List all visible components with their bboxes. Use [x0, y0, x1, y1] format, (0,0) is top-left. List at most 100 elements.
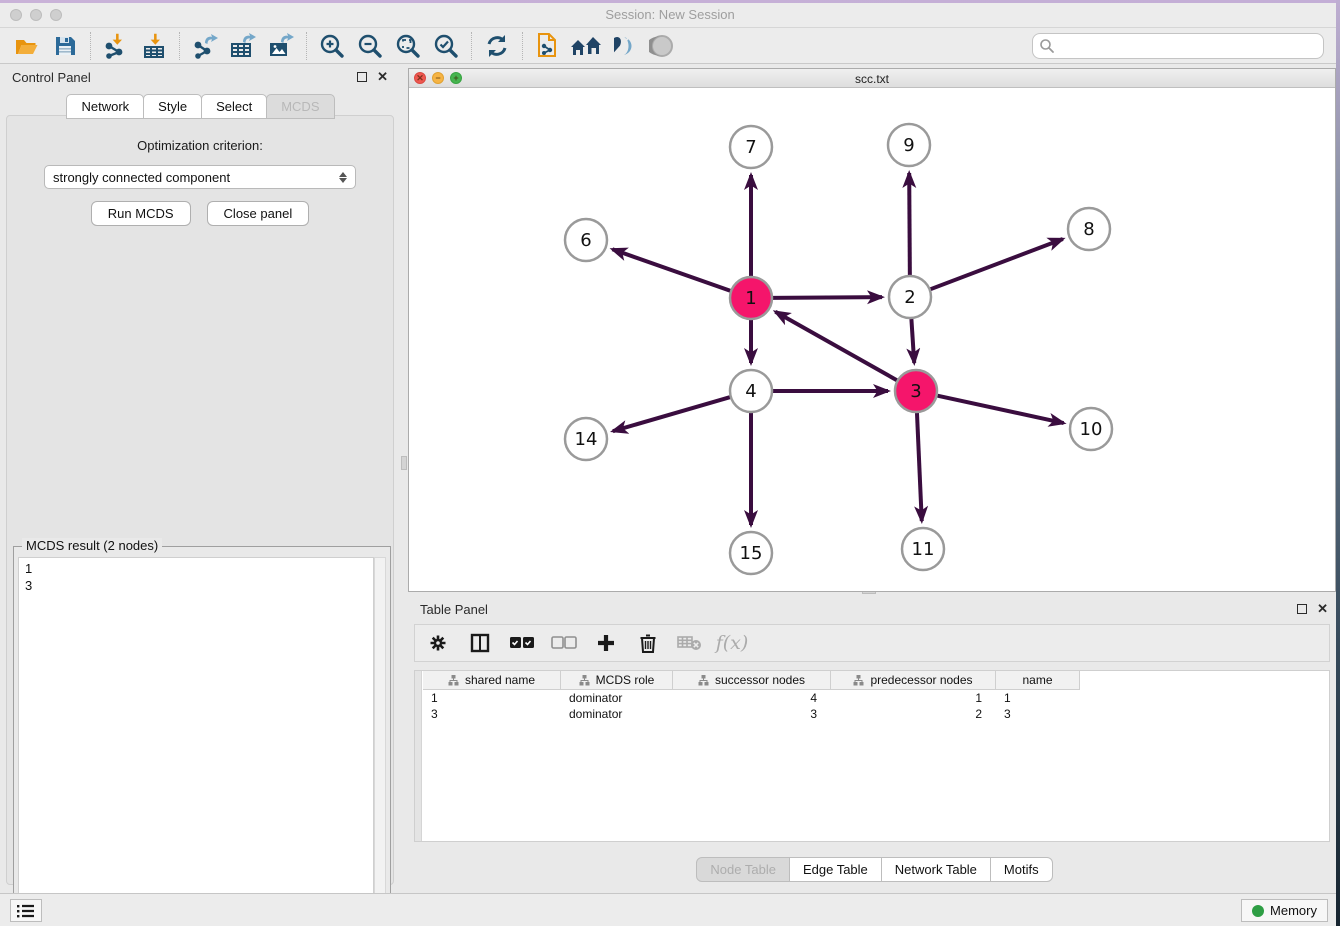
export-table-button[interactable]: [224, 30, 262, 62]
save-session-button[interactable]: [46, 30, 84, 62]
float-panel-icon[interactable]: [1297, 604, 1307, 614]
export-image-button[interactable]: [262, 30, 300, 62]
network-canvas[interactable]: 7 9 6 8 1 2 4 3 14 10 15 11: [409, 88, 1335, 591]
graph-node-14[interactable]: 14: [565, 418, 607, 460]
graph-node-9[interactable]: 9: [888, 124, 930, 166]
column-header-shared-name[interactable]: shared name: [423, 671, 561, 690]
column-header-predecessor-nodes[interactable]: predecessor nodes: [831, 671, 996, 690]
graph-node-7[interactable]: 7: [730, 126, 772, 168]
float-panel-icon[interactable]: [357, 72, 367, 82]
search-input[interactable]: [1055, 38, 1317, 53]
column-header-successor-nodes[interactable]: successor nodes: [673, 671, 831, 690]
graph-edge-2-3[interactable]: [911, 319, 914, 363]
delete-column-button[interactable]: [635, 630, 661, 656]
window-right-edge: [1336, 0, 1340, 926]
tab-network-table[interactable]: Network Table: [881, 857, 991, 882]
graph-edge-2-9[interactable]: [909, 173, 910, 275]
fx-icon: f(x): [716, 632, 749, 654]
export-network-button[interactable]: [186, 30, 224, 62]
select-none-button[interactable]: [551, 630, 577, 656]
tab-network[interactable]: Network: [66, 94, 144, 119]
import-table-button[interactable]: [135, 30, 173, 62]
toolbar-separator: [522, 32, 523, 60]
select-all-button[interactable]: [509, 630, 535, 656]
tab-motifs[interactable]: Motifs: [990, 857, 1053, 882]
zoom-fit-button[interactable]: [389, 30, 427, 62]
mcds-result-text[interactable]: 13: [18, 557, 374, 917]
column-header-mcds-role[interactable]: MCDS role: [561, 671, 673, 690]
table-cell-shared-name[interactable]: 1: [423, 690, 561, 706]
graph-node-15[interactable]: 15: [730, 532, 772, 574]
zoom-in-button[interactable]: [313, 30, 351, 62]
graph-node-2[interactable]: 2: [889, 276, 931, 318]
close-panel-button[interactable]: Close panel: [207, 201, 310, 226]
tab-node-table[interactable]: Node Table: [696, 857, 790, 882]
graph-node-10[interactable]: 10: [1070, 408, 1112, 450]
zoom-selected-icon: [433, 33, 459, 59]
network-close-icon[interactable]: ✕: [414, 72, 426, 84]
show-column-button[interactable]: [467, 630, 493, 656]
window-top-edge: [0, 0, 1340, 3]
network-graph: 7 9 6 8 1 2 4 3 14 10 15 11: [409, 88, 1335, 591]
table-cell-successor-nodes[interactable]: 4: [673, 690, 831, 706]
refresh-button[interactable]: [478, 30, 516, 62]
memory-button[interactable]: Memory: [1241, 899, 1328, 922]
graph-edge-3-11[interactable]: [917, 413, 922, 521]
graphics-details-button[interactable]: [605, 30, 643, 62]
graph-edge-3-1[interactable]: [775, 312, 896, 380]
close-panel-icon[interactable]: ✕: [1317, 604, 1328, 614]
document-share-button[interactable]: [529, 30, 567, 62]
tab-edge-table[interactable]: Edge Table: [789, 857, 882, 882]
table-cell-predecessor-nodes[interactable]: 2: [831, 706, 996, 722]
homes-button[interactable]: [567, 30, 605, 62]
open-session-button[interactable]: [8, 30, 46, 62]
refresh-icon: [484, 33, 510, 59]
graph-node-6[interactable]: 6: [565, 219, 607, 261]
graph-node-11[interactable]: 11: [902, 528, 944, 570]
table-cell-mcds-role[interactable]: dominator: [561, 706, 673, 722]
column-header-label: successor nodes: [715, 673, 805, 687]
delete-table-icon: [677, 634, 703, 652]
run-mcds-button[interactable]: Run MCDS: [91, 201, 191, 226]
search-field[interactable]: [1032, 33, 1324, 59]
result-scrollbar[interactable]: [374, 557, 386, 917]
column-header-name[interactable]: name: [996, 671, 1080, 690]
create-column-button[interactable]: [593, 630, 619, 656]
delete-table-button[interactable]: [677, 630, 703, 656]
table-cell-successor-nodes[interactable]: 3: [673, 706, 831, 722]
tab-select[interactable]: Select: [201, 94, 267, 119]
graph-edge-3-10[interactable]: [937, 396, 1063, 423]
task-history-button[interactable]: [10, 899, 42, 922]
gear-icon: [428, 633, 448, 653]
optimization-criterion-dropdown[interactable]: strongly connected component: [44, 165, 356, 189]
graph-node-4[interactable]: 4: [730, 370, 772, 412]
graph-edge-1-2[interactable]: [773, 297, 882, 298]
table-cell-predecessor-nodes[interactable]: 1: [831, 690, 996, 706]
houses-icon: [570, 34, 602, 58]
close-panel-icon[interactable]: ✕: [377, 72, 388, 82]
graph-edge-1-6[interactable]: [612, 249, 730, 290]
birds-eye-button[interactable]: [643, 30, 681, 62]
graph-node-8[interactable]: 8: [1068, 208, 1110, 250]
function-builder-button[interactable]: f(x): [719, 630, 745, 656]
network-minimize-icon[interactable]: −: [432, 72, 444, 84]
zoom-out-button[interactable]: [351, 30, 389, 62]
table-cell-mcds-role[interactable]: dominator: [561, 690, 673, 706]
zoom-selected-button[interactable]: [427, 30, 465, 62]
column-type-icon: [698, 675, 709, 686]
tab-mcds[interactable]: MCDS: [266, 94, 334, 119]
vertical-splitter-handle[interactable]: [401, 456, 407, 470]
import-network-button[interactable]: [97, 30, 135, 62]
table-settings-button[interactable]: [425, 630, 451, 656]
table-cell-name[interactable]: 3: [996, 706, 1080, 722]
table-cell-shared-name[interactable]: 3: [423, 706, 561, 722]
table-cell-name[interactable]: 1: [996, 690, 1080, 706]
network-window-titlebar[interactable]: ✕ − + scc.txt: [409, 69, 1335, 88]
graph-node-3[interactable]: 3: [895, 370, 937, 412]
tab-style[interactable]: Style: [143, 94, 202, 119]
graph-edge-4-14[interactable]: [613, 397, 730, 431]
graph-edge-2-8[interactable]: [931, 239, 1063, 289]
graph-node-1[interactable]: 1: [730, 277, 772, 319]
column-type-icon: [853, 675, 864, 686]
network-maximize-icon[interactable]: +: [450, 72, 462, 84]
